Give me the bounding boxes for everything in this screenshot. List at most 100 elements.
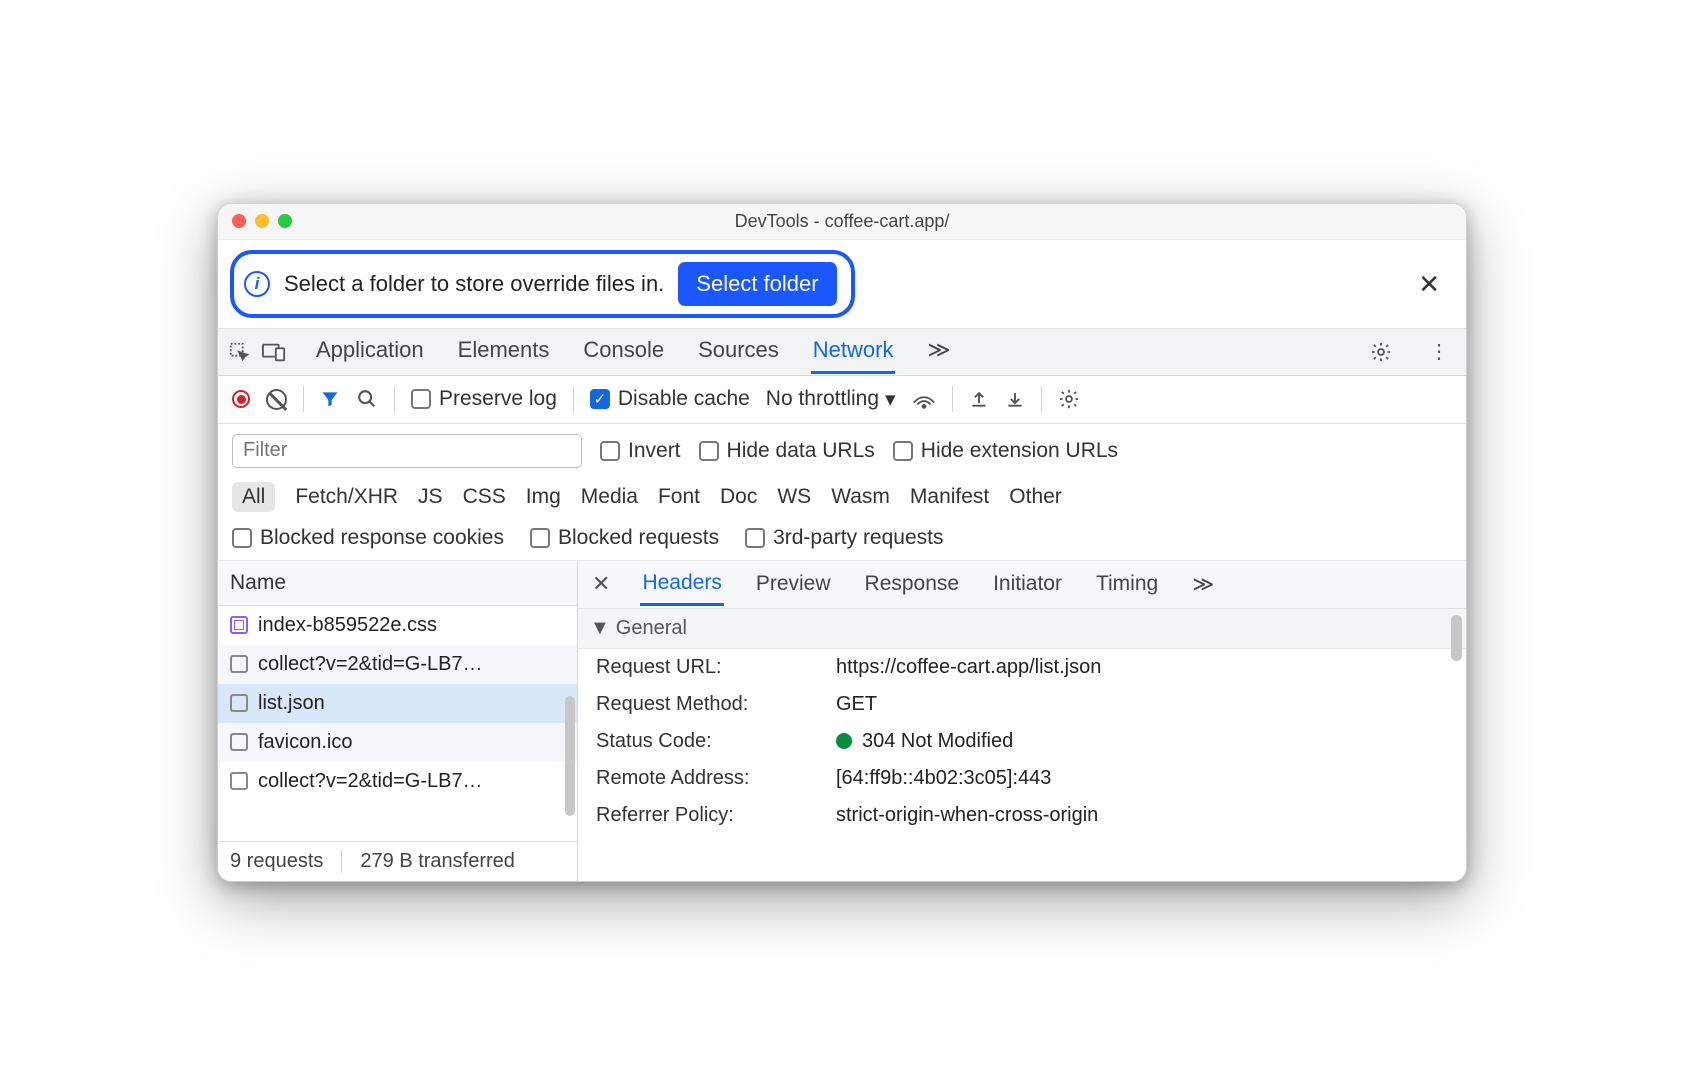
invert-checkbox[interactable]: Invert xyxy=(600,439,681,463)
request-row[interactable]: collect?v=2&tid=G-LB7… xyxy=(218,762,577,801)
request-row[interactable]: list.json xyxy=(218,684,577,723)
device-toggle-icon[interactable] xyxy=(262,342,296,362)
network-settings-icon[interactable] xyxy=(1058,388,1080,410)
request-statusbar: 9 requests 279 B transferred xyxy=(218,841,577,881)
kv-value: strict-origin-when-cross-origin xyxy=(836,804,1098,827)
filter-js[interactable]: JS xyxy=(418,485,443,509)
xhr-file-icon xyxy=(230,655,248,673)
transferred-size: 279 B transferred xyxy=(360,850,515,873)
filter-manifest[interactable]: Manifest xyxy=(910,485,989,509)
section-title: General xyxy=(616,617,687,640)
filter-bar: Invert Hide data URLs Hide extension URL… xyxy=(218,424,1466,561)
dismiss-infobar-button[interactable]: ✕ xyxy=(1406,271,1452,297)
tab-more-icon[interactable]: ≫ xyxy=(925,329,952,374)
filter-other[interactable]: Other xyxy=(1009,485,1062,509)
kv-key: Request URL: xyxy=(596,656,806,679)
kv-value: https://coffee-cart.app/list.json xyxy=(836,656,1101,679)
status-dot-icon xyxy=(836,733,852,749)
blocked-requests-label: Blocked requests xyxy=(558,526,719,550)
kv-key: Referrer Policy: xyxy=(596,804,806,827)
detail-tab-timing[interactable]: Timing xyxy=(1094,564,1160,604)
kv-value: [64:ff9b::4b02:3c05]:443 xyxy=(836,767,1051,790)
hide-extension-urls-checkbox[interactable]: Hide extension URLs xyxy=(893,439,1118,463)
filter-input[interactable] xyxy=(232,434,582,468)
request-list-pane: Name index-b859522e.css collect?v=2&tid=… xyxy=(218,561,578,881)
network-conditions-icon[interactable] xyxy=(912,389,936,409)
third-party-label: 3rd-party requests xyxy=(773,526,943,550)
window-title: DevTools - coffee-cart.app/ xyxy=(218,211,1466,232)
record-button[interactable] xyxy=(232,390,250,408)
preserve-log-label: Preserve log xyxy=(439,387,557,411)
filter-all[interactable]: All xyxy=(232,482,275,512)
kv-key: Status Code: xyxy=(596,730,806,753)
detail-tab-response[interactable]: Response xyxy=(863,564,962,604)
filter-css[interactable]: CSS xyxy=(463,485,506,509)
kv-row: Referrer Policy: strict-origin-when-cross… xyxy=(578,797,1466,834)
general-section-header[interactable]: ▼ General xyxy=(578,609,1466,649)
image-file-icon xyxy=(230,733,248,751)
toolbar-separator xyxy=(303,386,304,412)
filter-doc[interactable]: Doc xyxy=(720,485,757,509)
disable-cache-checkbox[interactable]: ✓Disable cache xyxy=(590,387,750,411)
request-rows: index-b859522e.css collect?v=2&tid=G-LB7… xyxy=(218,606,577,841)
clear-button[interactable] xyxy=(266,389,287,410)
kv-row: Request URL: https://coffee-cart.app/list… xyxy=(578,649,1466,686)
tab-console[interactable]: Console xyxy=(581,329,666,374)
request-name: list.json xyxy=(258,692,325,715)
filter-media[interactable]: Media xyxy=(581,485,638,509)
main-tabs: Application Elements Console Sources Net… xyxy=(314,329,953,374)
preserve-log-checkbox[interactable]: Preserve log xyxy=(411,387,557,411)
throttling-select[interactable]: No throttling▾ xyxy=(766,387,896,412)
filter-toggle-icon[interactable] xyxy=(320,389,340,409)
download-har-icon[interactable] xyxy=(1005,388,1025,410)
request-row[interactable]: collect?v=2&tid=G-LB7… xyxy=(218,645,577,684)
request-name: collect?v=2&tid=G-LB7… xyxy=(258,653,483,676)
scrollbar-thumb[interactable] xyxy=(1451,615,1462,661)
filter-font[interactable]: Font xyxy=(658,485,700,509)
detail-tabstrip: ✕ Headers Preview Response Initiator Tim… xyxy=(578,561,1466,609)
detail-tab-preview[interactable]: Preview xyxy=(754,564,833,604)
blocked-requests-checkbox[interactable]: Blocked requests xyxy=(530,526,719,550)
blocked-cookies-label: Blocked response cookies xyxy=(260,526,504,550)
tab-sources[interactable]: Sources xyxy=(696,329,781,374)
filter-fetchxhr[interactable]: Fetch/XHR xyxy=(295,485,398,509)
search-icon[interactable] xyxy=(356,388,378,410)
close-detail-button[interactable]: ✕ xyxy=(592,571,610,597)
hide-data-urls-checkbox[interactable]: Hide data URLs xyxy=(699,439,875,463)
upload-har-icon[interactable] xyxy=(969,388,989,410)
third-party-checkbox[interactable]: 3rd-party requests xyxy=(745,526,943,550)
filter-img[interactable]: Img xyxy=(526,485,561,509)
toolbar-separator xyxy=(573,386,574,412)
kebab-menu-icon[interactable]: ⋮ xyxy=(1422,339,1456,364)
filter-ws[interactable]: WS xyxy=(777,485,811,509)
kv-row: Status Code:304 Not Modified xyxy=(578,723,1466,760)
filter-wasm[interactable]: Wasm xyxy=(831,485,890,509)
detail-tab-more-icon[interactable]: ≫ xyxy=(1190,564,1216,605)
tab-elements[interactable]: Elements xyxy=(456,329,552,374)
kv-value: GET xyxy=(836,693,877,716)
detail-tab-headers[interactable]: Headers xyxy=(640,563,723,606)
request-name: index-b859522e.css xyxy=(258,614,437,637)
inspect-element-icon[interactable] xyxy=(228,341,262,363)
hide-data-label: Hide data URLs xyxy=(727,439,875,463)
select-folder-button[interactable]: Select folder xyxy=(678,262,836,306)
override-infobar: i Select a folder to store override file… xyxy=(230,250,855,318)
info-icon: i xyxy=(244,271,270,297)
kv-row: Request Method:GET xyxy=(578,686,1466,723)
column-header-name[interactable]: Name xyxy=(218,561,577,606)
disable-cache-label: Disable cache xyxy=(618,387,750,411)
network-split-view: Name index-b859522e.css collect?v=2&tid=… xyxy=(218,561,1466,881)
settings-gear-icon[interactable] xyxy=(1370,341,1404,363)
scrollbar-thumb[interactable] xyxy=(565,696,575,816)
extra-filter-row: Blocked response cookies Blocked request… xyxy=(232,526,1452,550)
tab-application[interactable]: Application xyxy=(314,329,426,374)
invert-label: Invert xyxy=(628,439,681,463)
tab-network[interactable]: Network xyxy=(811,329,896,374)
kv-key: Remote Address: xyxy=(596,767,806,790)
blocked-cookies-checkbox[interactable]: Blocked response cookies xyxy=(232,526,504,550)
toolbar-separator xyxy=(952,386,953,412)
request-row[interactable]: index-b859522e.css xyxy=(218,606,577,645)
request-row[interactable]: favicon.ico xyxy=(218,723,577,762)
xhr-file-icon xyxy=(230,772,248,790)
detail-tab-initiator[interactable]: Initiator xyxy=(991,564,1064,604)
